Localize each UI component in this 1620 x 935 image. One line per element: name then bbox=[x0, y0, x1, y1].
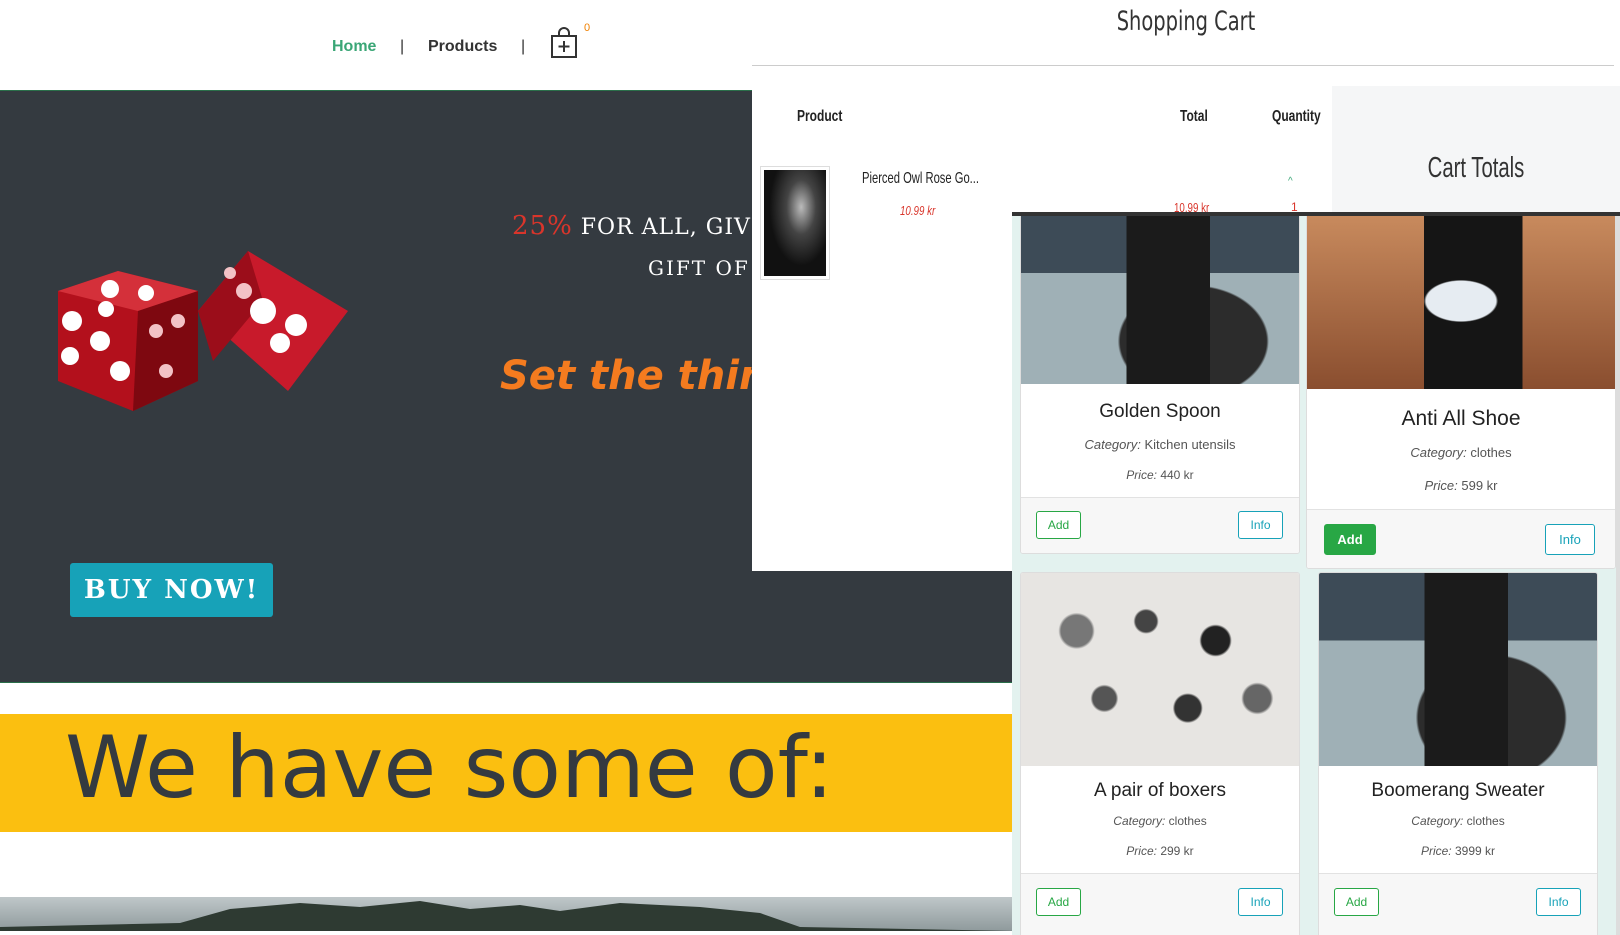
product-category: Category: clothes bbox=[1021, 814, 1299, 828]
category-value: Kitchen utensils bbox=[1144, 437, 1236, 452]
category-value: clothes bbox=[1168, 814, 1207, 828]
product-card-footer: Add Info bbox=[1021, 497, 1299, 553]
product-category: Category: clothes bbox=[1319, 814, 1597, 828]
product-card-footer: Add Info bbox=[1319, 873, 1597, 935]
promo-headline: 25% for all, Givi bbox=[512, 211, 761, 241]
nav-separator: | bbox=[400, 38, 405, 55]
product-image bbox=[1307, 216, 1615, 389]
add-to-cart-button[interactable]: Add bbox=[1036, 511, 1081, 539]
dice-image bbox=[58, 251, 348, 411]
product-info-button[interactable]: Info bbox=[1238, 888, 1283, 916]
cart-totals-box: Cart Totals bbox=[1332, 86, 1620, 216]
top-nav: Home | Products | 0 bbox=[0, 0, 752, 90]
promo-headline-text: for all, Givi bbox=[572, 215, 761, 240]
cart-item-image bbox=[764, 170, 826, 276]
products-grid: Golden Spoon Category: Kitchen utensils … bbox=[1012, 212, 1620, 935]
cart-count-badge: 0 bbox=[584, 22, 591, 34]
treeline-silhouette bbox=[0, 901, 1015, 931]
product-card: Anti All Shoe Category: clothes Price: 5… bbox=[1306, 216, 1616, 569]
price-label: Price: bbox=[1420, 844, 1452, 858]
shopping-bag-plus-icon[interactable] bbox=[549, 27, 579, 59]
category-value: clothes bbox=[1466, 814, 1505, 828]
product-category: Category: Kitchen utensils bbox=[1021, 437, 1299, 452]
product-image bbox=[1319, 573, 1597, 766]
product-title: Anti All Shoe bbox=[1401, 407, 1521, 430]
cart-item-price: 10.99 kr bbox=[900, 203, 936, 218]
scrollbar-edge bbox=[1616, 216, 1620, 935]
price-label: Price: bbox=[1126, 844, 1157, 858]
product-image bbox=[1021, 573, 1299, 766]
cart-column-product: Product bbox=[797, 108, 843, 125]
quantity-increase-icon[interactable]: ^ bbox=[1288, 176, 1293, 187]
promo-subline: gift of bbox=[648, 256, 750, 280]
promo-percent: 25% bbox=[512, 211, 573, 241]
product-info-button[interactable]: Info bbox=[1238, 511, 1283, 539]
price-value: 3999 kr bbox=[1455, 844, 1496, 858]
cart-item-thumbnail[interactable] bbox=[760, 166, 830, 280]
product-card-footer: Add Info bbox=[1021, 873, 1299, 935]
product-card: Boomerang Sweater Category: clothes Pric… bbox=[1318, 572, 1598, 935]
category-label: Category: bbox=[1084, 437, 1141, 452]
product-title: A pair of boxers bbox=[1093, 780, 1227, 801]
cart-column-quantity: Quantity bbox=[1272, 108, 1321, 125]
nav-home-link[interactable]: Home bbox=[332, 38, 376, 56]
product-price: Price: 299 kr bbox=[1021, 844, 1299, 858]
product-image bbox=[1021, 216, 1299, 384]
cart-item-name[interactable]: Pierced Owl Rose Go... bbox=[862, 170, 979, 188]
feature-banner: We have some of: bbox=[0, 714, 1015, 832]
product-title: Golden Spoon bbox=[1099, 401, 1221, 422]
category-label: Category: bbox=[1410, 445, 1467, 460]
buy-now-button[interactable]: BUY NOW! bbox=[70, 563, 273, 617]
nav-separator: | bbox=[521, 38, 526, 55]
cart-column-total: Total bbox=[1180, 108, 1208, 125]
product-price: Price: 599 kr bbox=[1307, 478, 1615, 493]
product-info-button[interactable]: Info bbox=[1536, 888, 1581, 916]
cart-divider bbox=[752, 65, 1614, 66]
category-label: Category: bbox=[1411, 814, 1464, 828]
product-price: Price: 3999 kr bbox=[1319, 844, 1597, 858]
cart-title: Shopping Cart bbox=[1116, 6, 1256, 37]
product-price: Price: 440 kr bbox=[1021, 468, 1299, 482]
category-value: clothes bbox=[1470, 445, 1512, 460]
product-title: Boomerang Sweater bbox=[1371, 780, 1545, 801]
price-value: 599 kr bbox=[1461, 478, 1498, 493]
product-info-button[interactable]: Info bbox=[1545, 524, 1595, 555]
price-value: 440 kr bbox=[1160, 468, 1194, 482]
landscape-image bbox=[0, 897, 1015, 931]
cart-totals-title: Cart Totals bbox=[1427, 152, 1525, 184]
product-card: A pair of boxers Category: clothes Price… bbox=[1020, 572, 1300, 935]
product-card: Golden Spoon Category: Kitchen utensils … bbox=[1020, 216, 1300, 554]
price-value: 299 kr bbox=[1160, 844, 1194, 858]
nav-products-link[interactable]: Products bbox=[428, 38, 497, 56]
add-to-cart-button[interactable]: Add bbox=[1324, 524, 1376, 555]
price-label: Price: bbox=[1424, 478, 1458, 493]
banner-heading: We have some of: bbox=[65, 718, 834, 818]
add-to-cart-button[interactable]: Add bbox=[1334, 888, 1379, 916]
category-label: Category: bbox=[1113, 814, 1166, 828]
price-label: Price: bbox=[1126, 468, 1157, 482]
product-category: Category: clothes bbox=[1307, 445, 1615, 460]
product-card-footer: Add Info bbox=[1307, 509, 1615, 568]
add-to-cart-button[interactable]: Add bbox=[1036, 888, 1081, 916]
